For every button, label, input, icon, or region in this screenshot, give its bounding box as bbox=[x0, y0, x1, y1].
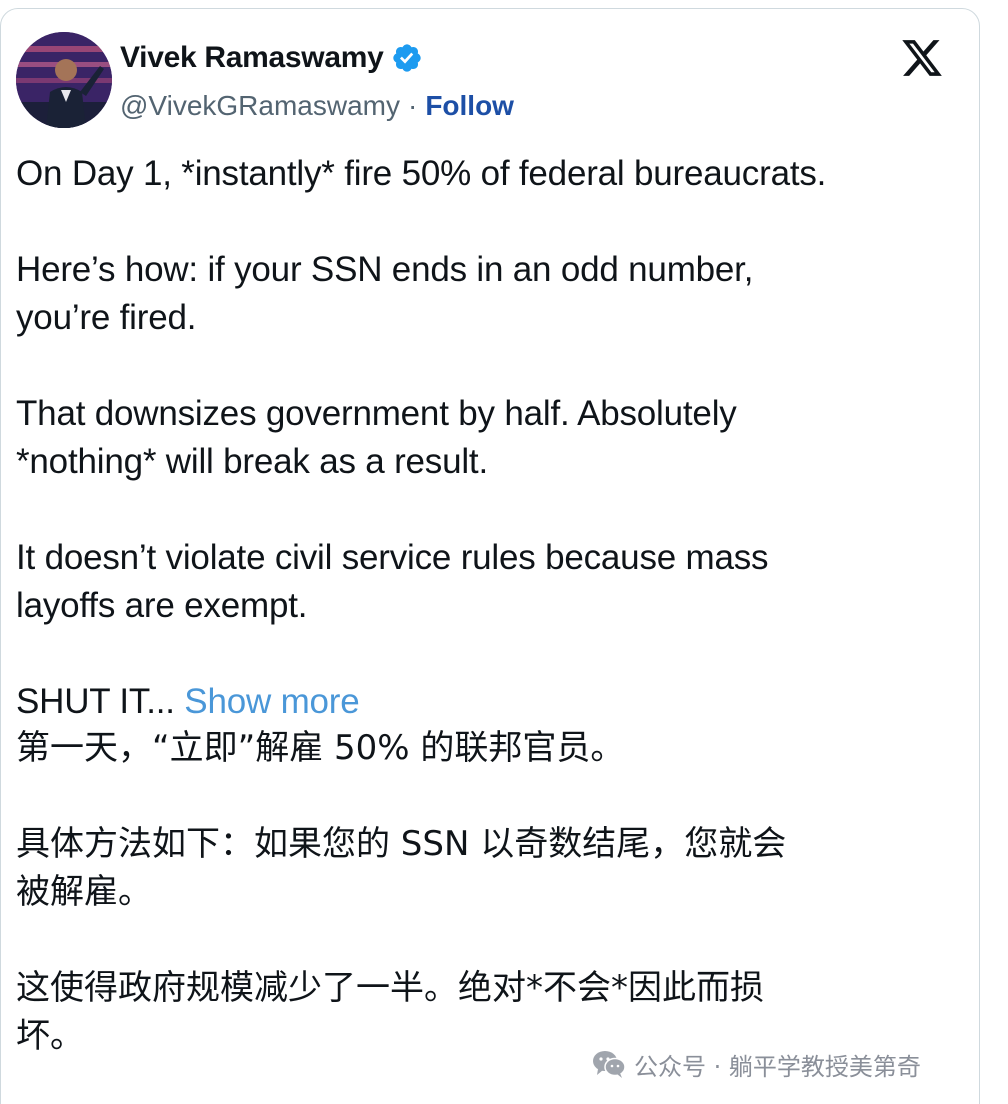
author-display-name[interactable]: Vivek Ramaswamy bbox=[120, 41, 384, 75]
author-info: Vivek Ramaswamy @VivekGRamaswamy · Follo… bbox=[120, 36, 514, 128]
x-logo-icon[interactable] bbox=[900, 36, 944, 80]
avatar[interactable] bbox=[16, 32, 112, 128]
handle-separator: · bbox=[407, 90, 418, 121]
translation-paragraph: 具体方法如下：如果您的 SSN 以奇数结尾，您就会 被解雇。 bbox=[16, 824, 787, 912]
verified-badge-icon bbox=[391, 42, 423, 74]
follow-link[interactable]: Follow bbox=[425, 90, 514, 122]
wechat-icon bbox=[592, 1049, 626, 1079]
tweet-paragraph: That downsizes government by half. Absol… bbox=[16, 394, 737, 481]
tweet-paragraph: Here’s how: if your SSN ends in an odd n… bbox=[16, 250, 754, 337]
tweet-paragraph: It doesn’t violate civil service rules b… bbox=[16, 538, 769, 625]
tweet-header: Vivek Ramaswamy @VivekGRamaswamy · Follo… bbox=[16, 32, 966, 132]
tweet-text: On Day 1, *instantly* fire 50% of federa… bbox=[16, 150, 966, 726]
truncated-text: SHUT IT... bbox=[16, 682, 185, 721]
tweet-paragraph: On Day 1, *instantly* fire 50% of federa… bbox=[16, 154, 827, 193]
author-handle[interactable]: @VivekGRamaswamy bbox=[120, 90, 400, 122]
watermark: 公众号 · 躺平学教授美第奇 bbox=[592, 1044, 921, 1084]
tweet-truncated-line: SHUT IT... Show more bbox=[16, 678, 966, 726]
show-more-link[interactable]: Show more bbox=[184, 682, 359, 721]
translation-paragraph: 第一天，“立即”解雇 50% 的联邦官员。 bbox=[16, 728, 625, 768]
watermark-text: 公众号 · 躺平学教授美第奇 bbox=[634, 1052, 921, 1081]
